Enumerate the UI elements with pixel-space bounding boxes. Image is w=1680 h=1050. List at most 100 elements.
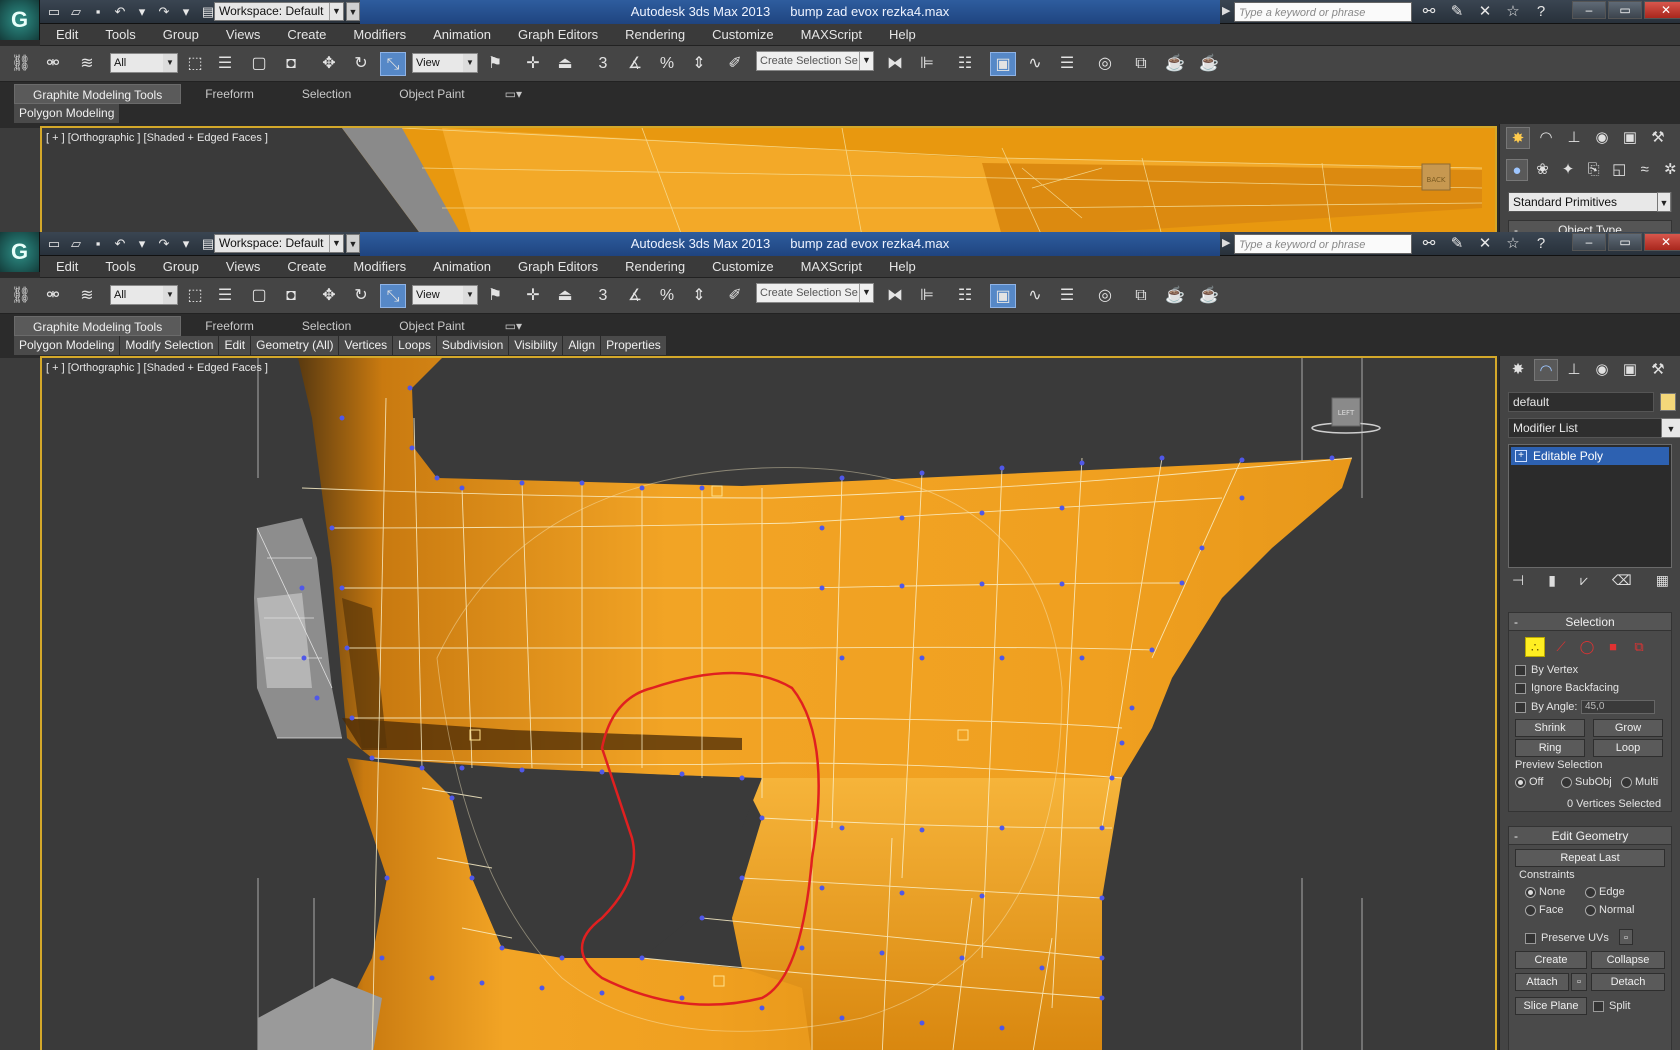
cameras-icon[interactable]: ⎘ (1583, 159, 1605, 181)
undo-dropdown-icon[interactable]: ▾ (132, 3, 152, 21)
menu-rendering[interactable]: Rendering (625, 259, 685, 274)
layer-manager-icon[interactable]: ☷ (952, 52, 978, 76)
constraint-none-radio[interactable]: None (1525, 885, 1565, 899)
workspace-menu-icon[interactable]: ▼ (346, 2, 360, 21)
redo-dropdown-icon[interactable]: ▾ (176, 3, 196, 21)
curve-editor-icon[interactable]: ∿ (1022, 52, 1048, 76)
maximize-icon[interactable]: ▭ (1608, 233, 1642, 251)
link-icon[interactable]: ⛓ (8, 284, 34, 308)
rendered-frame-icon[interactable]: ☕ (1162, 284, 1188, 308)
stack-item-editable-poly[interactable]: + Editable Poly (1511, 447, 1669, 465)
open-file-icon[interactable]: ▱ (66, 235, 86, 253)
select-by-name-icon[interactable]: ☰ (212, 284, 238, 308)
menu-graph-editors[interactable]: Graph Editors (518, 259, 598, 274)
menu-help[interactable]: Help (889, 27, 916, 42)
schematic-view-icon[interactable]: ☰ (1054, 52, 1080, 76)
select-by-name-icon[interactable]: ☰ (212, 52, 238, 76)
render-production-icon[interactable]: ☕ (1196, 284, 1222, 308)
border-level-icon[interactable]: ◯ (1577, 637, 1597, 657)
helpers-icon[interactable]: ◱ (1608, 159, 1630, 181)
by-angle-checkbox[interactable]: By Angle: (1515, 700, 1577, 714)
favorites-icon[interactable]: ☆ (1502, 234, 1524, 254)
keyboard-shortcut-icon[interactable]: ⏏ (552, 52, 578, 76)
menu-modifiers[interactable]: Modifiers (353, 259, 406, 274)
save-icon[interactable]: ▪ (88, 3, 108, 21)
bind-space-warp-icon[interactable]: ≋ (74, 284, 100, 308)
select-manipulate-icon[interactable]: ✛ (520, 52, 546, 76)
render-setup-icon[interactable]: ⧉ (1128, 52, 1154, 76)
menu-animation[interactable]: Animation (433, 27, 491, 42)
unlink-icon[interactable]: ⚮ (40, 284, 66, 308)
slice-plane-button[interactable]: Slice Plane (1515, 997, 1587, 1015)
scale-icon[interactable]: ⤡ (380, 284, 406, 308)
select-object-icon[interactable]: ⬚ (182, 52, 208, 76)
expand-icon[interactable]: + (1515, 450, 1527, 462)
ignore-backfacing-checkbox[interactable]: Ignore Backfacing (1515, 681, 1619, 695)
motion-tab-icon[interactable]: ◉ (1590, 127, 1614, 149)
menu-tools[interactable]: Tools (105, 259, 135, 274)
main-viewport[interactable]: [ + ] [Orthographic ] [Shaded + Edged Fa… (40, 356, 1497, 1050)
preview-multi-radio[interactable]: Multi (1621, 775, 1658, 789)
subscription-icon[interactable]: ✎ (1446, 234, 1468, 254)
systems-icon[interactable]: ✲ (1659, 159, 1680, 181)
menu-edit[interactable]: Edit (56, 27, 78, 42)
minimize-icon[interactable]: – (1572, 233, 1606, 251)
ribbon-options-icon[interactable]: ▭▾ (489, 316, 538, 336)
constraint-edge-radio[interactable]: Edge (1585, 885, 1625, 899)
unlink-icon[interactable]: ⚮ (40, 52, 66, 76)
object-color-swatch[interactable] (1660, 393, 1676, 411)
make-unique-icon[interactable]: ⩗ (1580, 572, 1588, 594)
shrink-button[interactable]: Shrink (1515, 719, 1585, 737)
angle-snap-icon[interactable]: ∡ (622, 52, 648, 76)
render-setup-icon[interactable]: ⧉ (1128, 284, 1154, 308)
material-editor-icon[interactable]: ◎ (1092, 52, 1118, 76)
graphite-toggle-icon[interactable]: ▣ (990, 284, 1016, 308)
modifier-list-dropdown[interactable]: Modifier List ▼ (1508, 418, 1680, 438)
close-icon[interactable]: ✕ (1644, 1, 1680, 19)
tab-selection[interactable]: Selection (278, 84, 375, 104)
detach-button[interactable]: Detach (1591, 973, 1665, 991)
menu-views[interactable]: Views (226, 27, 260, 42)
panel-subdivision[interactable]: Subdivision (436, 336, 510, 355)
menu-group[interactable]: Group (163, 259, 199, 274)
rect-selection-icon[interactable]: ▢ (246, 284, 272, 308)
search-arrow-icon[interactable]: ▶ (1222, 236, 1230, 249)
repeat-last-button[interactable]: Repeat Last (1515, 849, 1665, 867)
menu-graph-editors[interactable]: Graph Editors (518, 27, 598, 42)
angle-spinner[interactable]: 45,0 (1581, 700, 1655, 714)
tab-freeform[interactable]: Freeform (181, 316, 278, 336)
workspace-dropdown[interactable]: Workspace: Default ▼ (214, 2, 344, 21)
select-object-icon[interactable]: ⬚ (182, 284, 208, 308)
selection-filter-dropdown[interactable]: All ▼ (110, 53, 178, 73)
app-logo[interactable]: G (0, 232, 40, 272)
redo-icon[interactable]: ↷ (154, 235, 174, 253)
schematic-view-icon[interactable]: ☰ (1054, 284, 1080, 308)
display-tab-icon[interactable]: ▣ (1618, 127, 1642, 149)
curve-editor-icon[interactable]: ∿ (1022, 284, 1048, 308)
panel-visibility[interactable]: Visibility (509, 336, 564, 355)
modify-tab-icon[interactable]: ◠ (1534, 127, 1558, 149)
scale-icon[interactable]: ⤡ (380, 52, 406, 76)
create-tab-icon[interactable]: ✸ (1506, 359, 1530, 381)
edge-level-icon[interactable]: ⟋ (1551, 637, 1571, 657)
menu-group[interactable]: Group (163, 27, 199, 42)
display-tab-icon[interactable]: ▣ (1618, 359, 1642, 381)
align-icon[interactable]: ⊫ (914, 52, 940, 76)
grow-button[interactable]: Grow (1593, 719, 1663, 737)
motion-tab-icon[interactable]: ◉ (1590, 359, 1614, 381)
search-input[interactable]: Type a keyword or phrase (1234, 2, 1412, 22)
panel-polygon-modeling[interactable]: Polygon Modeling (14, 336, 121, 355)
preserve-uvs-settings-icon[interactable]: ▫ (1619, 929, 1633, 945)
close-icon[interactable]: ✕ (1644, 233, 1680, 251)
rotate-icon[interactable]: ↻ (348, 52, 374, 76)
reference-coord-dropdown[interactable]: View ▼ (412, 285, 478, 305)
menu-create[interactable]: Create (287, 259, 326, 274)
show-end-result-icon[interactable]: ▮ (1548, 572, 1556, 594)
communication-icon[interactable]: ✕ (1474, 234, 1496, 254)
snaps-toggle-icon[interactable]: 3 (590, 284, 616, 308)
align-icon[interactable]: ⊫ (914, 284, 940, 308)
menu-customize[interactable]: Customize (712, 259, 773, 274)
collapse-button[interactable]: Collapse (1591, 951, 1665, 969)
constraint-face-radio[interactable]: Face (1525, 903, 1563, 917)
redo-dropdown-icon[interactable]: ▾ (176, 235, 196, 253)
